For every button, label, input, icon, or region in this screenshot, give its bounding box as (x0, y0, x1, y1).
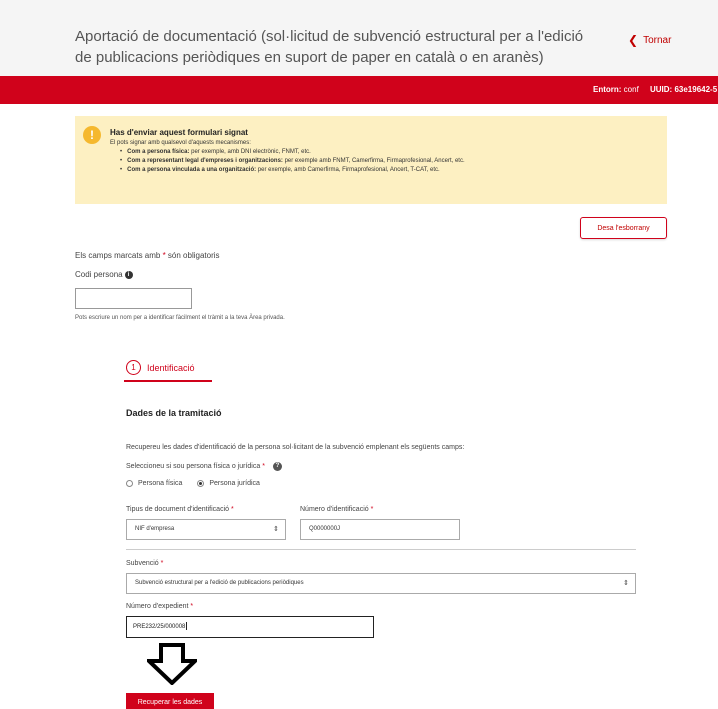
uuid-info: UUID: 63e19642-5 (650, 85, 718, 94)
recover-data-button[interactable]: Recuperar les dades (126, 693, 214, 709)
divider (126, 549, 636, 550)
back-label: Tornar (643, 34, 672, 46)
expedient-label: Número d'expedient * (126, 603, 194, 610)
alert-item: Com a representant legal d'empreses i or… (120, 157, 465, 166)
codi-persona-label: Codi persona i (75, 270, 133, 279)
environment-info: Entorn: conf (593, 85, 639, 94)
recover-description: Recupereu les dades d'identificació de l… (126, 444, 465, 451)
back-link[interactable]: ❮ Tornar (628, 33, 671, 47)
radio-circle (126, 480, 133, 487)
arrow-down-icon (147, 643, 197, 685)
sort-arrows-icon: ⇕ (273, 526, 279, 533)
question-icon[interactable]: ? (272, 462, 282, 471)
exclamation-icon: ! (83, 126, 101, 144)
alert-intro: El pots signar amb qualsevol d'aquests m… (110, 140, 251, 146)
doc-number-label: Número d'identificació * (300, 506, 374, 513)
subvencio-select[interactable]: Subvenció estructural per a l'edició de … (126, 573, 636, 594)
step-label: Identificació (147, 362, 195, 373)
required-fields-note: Els camps marcats amb * són obligatoris (75, 251, 220, 260)
sort-arrows-icon: ⇕ (623, 580, 629, 587)
page-title: Aportació de documentació (sol·licitud d… (75, 28, 584, 66)
radio-circle-checked (197, 480, 205, 487)
radio-persona-juridica[interactable]: Persona jurídica (197, 480, 260, 487)
active-step-indicator (124, 380, 212, 382)
codi-persona-input[interactable] (75, 288, 192, 309)
doc-type-label: Tipus de document d'identificació * (126, 506, 234, 513)
person-type-question: Seleccioneu si sou persona física o jurí… (126, 462, 282, 471)
alert-title: Has d'enviar aquest formulari signat (110, 128, 248, 137)
alert-item: Com a persona física: per exemple, amb D… (120, 148, 465, 157)
person-type-radio-group: Persona física Persona jurídica (126, 480, 260, 487)
radio-persona-fisica[interactable]: Persona física (126, 480, 182, 487)
alert-list: Com a persona física: per exemple, amb D… (120, 148, 465, 175)
page-header: Aportació de documentació (sol·licitud d… (0, 0, 718, 76)
doc-type-select[interactable]: NIF d'empresa ⇕ (126, 519, 286, 540)
chevron-left-icon: ❮ (628, 33, 639, 47)
step-tab-identificacio[interactable]: 1 Identificació (126, 360, 195, 375)
save-draft-button[interactable]: Desa l'esborrany (580, 217, 667, 239)
signature-alert: ! Has d'enviar aquest formulari signat E… (75, 116, 667, 204)
environment-bar: Entorn: conf UUID: 63e19642-5 (0, 76, 718, 104)
expedient-input[interactable]: PRE232/25/000008 (126, 616, 374, 638)
step-number: 1 (126, 360, 141, 375)
info-icon[interactable]: i (124, 270, 133, 279)
section-title: Dades de la tramitació (126, 408, 222, 418)
codi-persona-help: Pots escriure un nom per a identificar f… (75, 315, 285, 321)
doc-number-input[interactable]: Q0000000J (300, 519, 460, 540)
subvencio-label: Subvenció * (126, 560, 164, 567)
text-caret (186, 622, 188, 631)
alert-item: Com a persona vinculada a una organitzac… (120, 166, 465, 175)
